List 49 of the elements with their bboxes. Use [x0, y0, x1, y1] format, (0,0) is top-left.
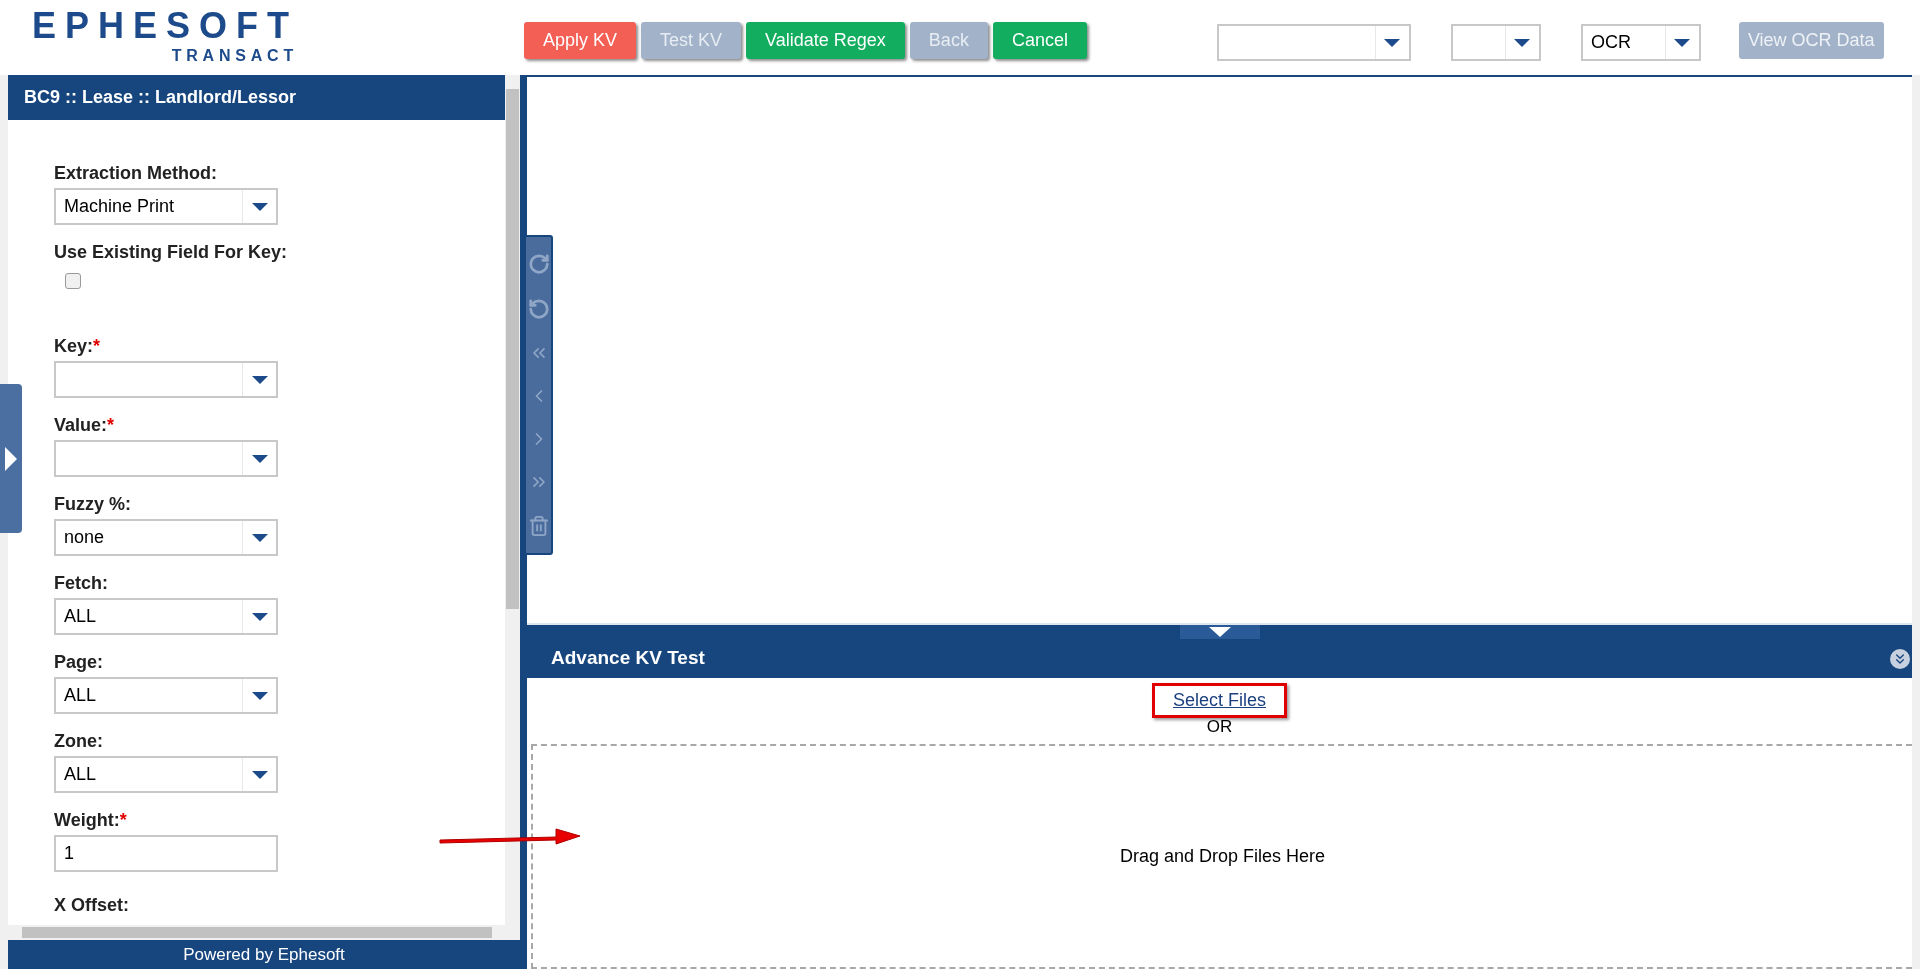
- logo-wordmark: EPHESOFT: [32, 6, 299, 46]
- dropdown[interactable]: [54, 361, 278, 398]
- field-label: Page:: [54, 651, 105, 673]
- dropdown[interactable]: [1216, 24, 1411, 61]
- collapse-icon[interactable]: [1890, 648, 1910, 669]
- field-label: Use Existing Field For Key:: [54, 241, 289, 263]
- field-label: Key:*: [54, 335, 102, 357]
- drop-zone[interactable]: Drag and Drop Files Here: [531, 744, 1912, 969]
- caret-icon: [251, 691, 268, 700]
- field-label: Fetch:: [54, 572, 109, 594]
- caret-icon: [251, 454, 268, 463]
- dropdown[interactable]: ALL: [54, 677, 278, 714]
- caret-icon: [251, 202, 268, 211]
- panel-title-bar: BC9 :: Lease :: Landlord/Lessor: [8, 75, 505, 120]
- field-label: Zone:: [54, 730, 104, 752]
- horizontal-scrollbar[interactable]: [8, 925, 520, 940]
- caret-icon: [251, 612, 268, 621]
- or-text: OR: [1206, 718, 1233, 736]
- dropdown[interactable]: OCR: [1580, 24, 1701, 61]
- caret-icon: [1674, 38, 1691, 47]
- drop-hint: Drag and Drop Files Here: [1119, 845, 1326, 868]
- undo-icon[interactable]: [527, 297, 550, 320]
- section-title: Advance KV Test: [551, 646, 705, 671]
- checkbox[interactable]: [65, 273, 81, 289]
- caret-icon: [251, 533, 268, 542]
- dropdown[interactable]: ALL: [54, 598, 278, 635]
- caret-icon: [1514, 38, 1531, 47]
- select-files-link[interactable]: Select Files: [1172, 690, 1266, 710]
- field-label: Extraction Method:: [54, 162, 218, 184]
- logo-subtitle: TRANSACT: [171, 46, 299, 66]
- expand-tab[interactable]: [0, 384, 22, 533]
- dropdown[interactable]: [1450, 24, 1541, 61]
- dropdown[interactable]: [54, 440, 278, 477]
- dropdown[interactable]: ALL: [54, 756, 278, 793]
- dropdown[interactable]: Machine Print: [54, 188, 278, 225]
- caret-icon: [251, 770, 268, 779]
- vertical-scrollbar[interactable]: [505, 75, 520, 925]
- field-label: Fuzzy %:: [54, 493, 132, 515]
- caret-icon: [1384, 38, 1401, 47]
- redo-icon[interactable]: [527, 252, 550, 275]
- trash-icon[interactable]: [527, 515, 550, 538]
- caret-icon: [251, 375, 268, 384]
- footer-text: Powered by Ephesoft: [183, 944, 345, 965]
- collapse-toggle[interactable]: [1179, 625, 1260, 639]
- field-label: Value:*: [54, 414, 116, 436]
- field-label: X Offset:: [54, 894, 130, 916]
- dropdown[interactable]: none: [54, 519, 278, 556]
- input-field[interactable]: 1: [54, 835, 278, 872]
- field-label: Weight:*: [54, 809, 128, 831]
